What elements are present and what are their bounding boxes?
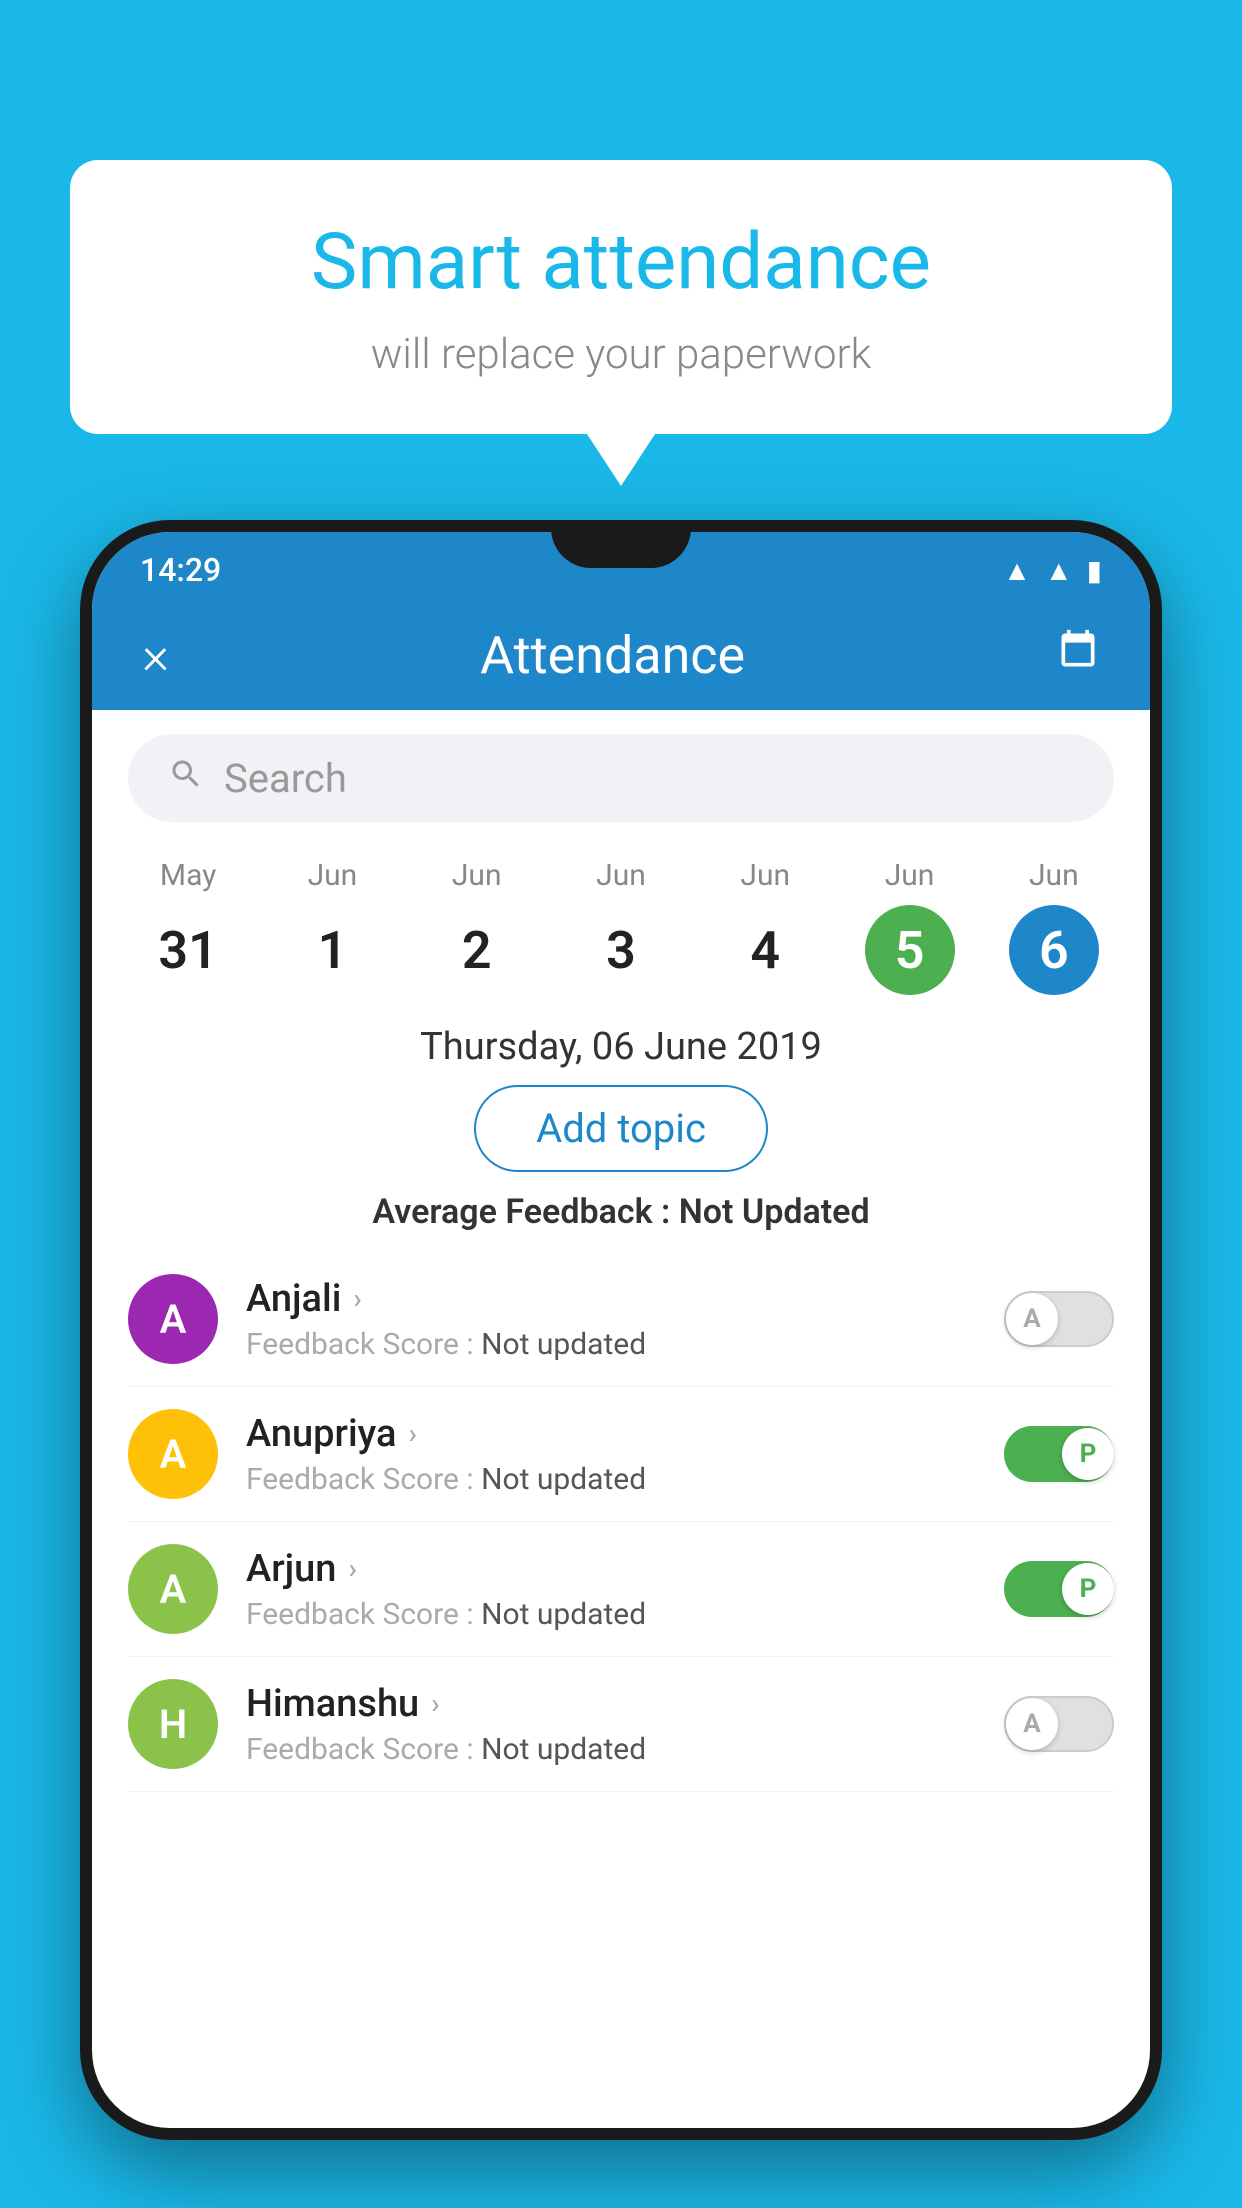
day-month-label: Jun bbox=[885, 858, 935, 893]
day-month-label: Jun bbox=[740, 858, 790, 893]
student-name: Himanshu › bbox=[246, 1682, 976, 1726]
speech-bubble-title: Smart attendance bbox=[150, 220, 1092, 306]
day-month-label: Jun bbox=[452, 858, 502, 893]
search-placeholder: Search bbox=[224, 755, 347, 802]
student-item[interactable]: A Anupriya › Feedback Score : Not updated P bbox=[128, 1387, 1114, 1522]
calendar-day[interactable]: Jun 2 bbox=[432, 858, 522, 995]
header-title: Attendance bbox=[480, 625, 745, 686]
day-number-label: 3 bbox=[576, 905, 666, 995]
chevron-right-icon: › bbox=[408, 1417, 416, 1450]
student-item[interactable]: A Arjun › Feedback Score : Not updated P bbox=[128, 1522, 1114, 1657]
calendar-strip: May 31 Jun 1 Jun 2 Jun 3 Jun 4 Jun 5 Jun 6 bbox=[92, 838, 1150, 1005]
toggle-knob: A bbox=[1006, 1698, 1058, 1750]
calendar-day[interactable]: Jun 6 bbox=[1009, 858, 1099, 995]
chevron-right-icon: › bbox=[348, 1552, 356, 1585]
phone-notch bbox=[551, 520, 691, 568]
student-feedback: Feedback Score : Not updated bbox=[246, 1327, 976, 1362]
calendar-day[interactable]: Jun 5 bbox=[865, 858, 955, 995]
student-feedback: Feedback Score : Not updated bbox=[246, 1597, 976, 1632]
status-time: 14:29 bbox=[140, 551, 221, 589]
phone-screen: 14:29 ▲ ▲ ▮ × Attendance bbox=[92, 532, 1150, 2128]
day-month-label: May bbox=[160, 858, 216, 893]
day-number-label: 31 bbox=[143, 905, 233, 995]
calendar-day[interactable]: May 31 bbox=[143, 858, 233, 995]
wifi-icon: ▲ bbox=[1003, 554, 1031, 587]
chevron-right-icon: › bbox=[431, 1687, 439, 1720]
calendar-day[interactable]: Jun 3 bbox=[576, 858, 666, 995]
attendance-toggle[interactable]: P bbox=[1004, 1426, 1114, 1482]
student-info: Anjali › Feedback Score : Not updated bbox=[246, 1277, 976, 1362]
signal-icon: ▲ bbox=[1045, 554, 1073, 587]
day-number-label: 4 bbox=[720, 905, 810, 995]
day-month-label: Jun bbox=[596, 858, 646, 893]
day-number-label: 2 bbox=[432, 905, 522, 995]
status-icons: ▲ ▲ ▮ bbox=[1003, 554, 1102, 587]
search-icon bbox=[168, 755, 204, 802]
day-number-label: 1 bbox=[287, 905, 377, 995]
day-month-label: Jun bbox=[1029, 858, 1079, 893]
phone-container: 14:29 ▲ ▲ ▮ × Attendance bbox=[80, 520, 1162, 2208]
student-feedback: Feedback Score : Not updated bbox=[246, 1462, 976, 1497]
toggle-knob: P bbox=[1062, 1428, 1114, 1480]
student-avatar: A bbox=[128, 1274, 218, 1364]
speech-bubble-subtitle: will replace your paperwork bbox=[150, 330, 1092, 379]
student-avatar: A bbox=[128, 1409, 218, 1499]
student-name: Arjun › bbox=[246, 1547, 976, 1591]
speech-bubble-container: Smart attendance will replace your paper… bbox=[70, 160, 1172, 434]
day-number-label: 5 bbox=[865, 905, 955, 995]
avg-feedback-label: Average Feedback : bbox=[372, 1192, 678, 1232]
student-name: Anupriya › bbox=[246, 1412, 976, 1456]
day-number-label: 6 bbox=[1009, 905, 1099, 995]
day-month-label: Jun bbox=[308, 858, 358, 893]
phone-frame: 14:29 ▲ ▲ ▮ × Attendance bbox=[80, 520, 1162, 2140]
toggle-knob: A bbox=[1006, 1293, 1058, 1345]
student-list: AAnjali ›Feedback Score : Not updatedAAA… bbox=[92, 1242, 1150, 1802]
add-topic-button[interactable]: Add topic bbox=[474, 1085, 768, 1172]
student-feedback: Feedback Score : Not updated bbox=[246, 1732, 976, 1767]
toggle-knob: P bbox=[1062, 1563, 1114, 1615]
student-info: Arjun › Feedback Score : Not updated bbox=[246, 1547, 976, 1632]
calendar-icon[interactable] bbox=[1056, 628, 1100, 683]
student-info: Anupriya › Feedback Score : Not updated bbox=[246, 1412, 976, 1497]
avg-feedback: Average Feedback : Not Updated bbox=[92, 1172, 1150, 1242]
student-info: Himanshu › Feedback Score : Not updated bbox=[246, 1682, 976, 1767]
battery-icon: ▮ bbox=[1087, 554, 1102, 587]
selected-date: Thursday, 06 June 2019 bbox=[92, 1005, 1150, 1085]
close-button[interactable]: × bbox=[142, 625, 169, 686]
attendance-toggle[interactable]: P bbox=[1004, 1561, 1114, 1617]
calendar-day[interactable]: Jun 4 bbox=[720, 858, 810, 995]
student-item[interactable]: H Himanshu › Feedback Score : Not updated A bbox=[128, 1657, 1114, 1792]
app-header: × Attendance bbox=[92, 600, 1150, 710]
speech-bubble: Smart attendance will replace your paper… bbox=[70, 160, 1172, 434]
student-avatar: A bbox=[128, 1544, 218, 1634]
calendar-day[interactable]: Jun 1 bbox=[287, 858, 377, 995]
attendance-toggle[interactable]: A bbox=[1004, 1696, 1114, 1752]
chevron-right-icon: › bbox=[353, 1282, 361, 1315]
attendance-toggle[interactable]: A bbox=[1004, 1291, 1114, 1347]
avg-feedback-value: Not Updated bbox=[679, 1192, 870, 1232]
student-item[interactable]: A Anjali › Feedback Score : Not updated A bbox=[128, 1252, 1114, 1387]
student-avatar: H bbox=[128, 1679, 218, 1769]
student-name: Anjali › bbox=[246, 1277, 976, 1321]
search-bar[interactable]: Search bbox=[128, 734, 1114, 822]
